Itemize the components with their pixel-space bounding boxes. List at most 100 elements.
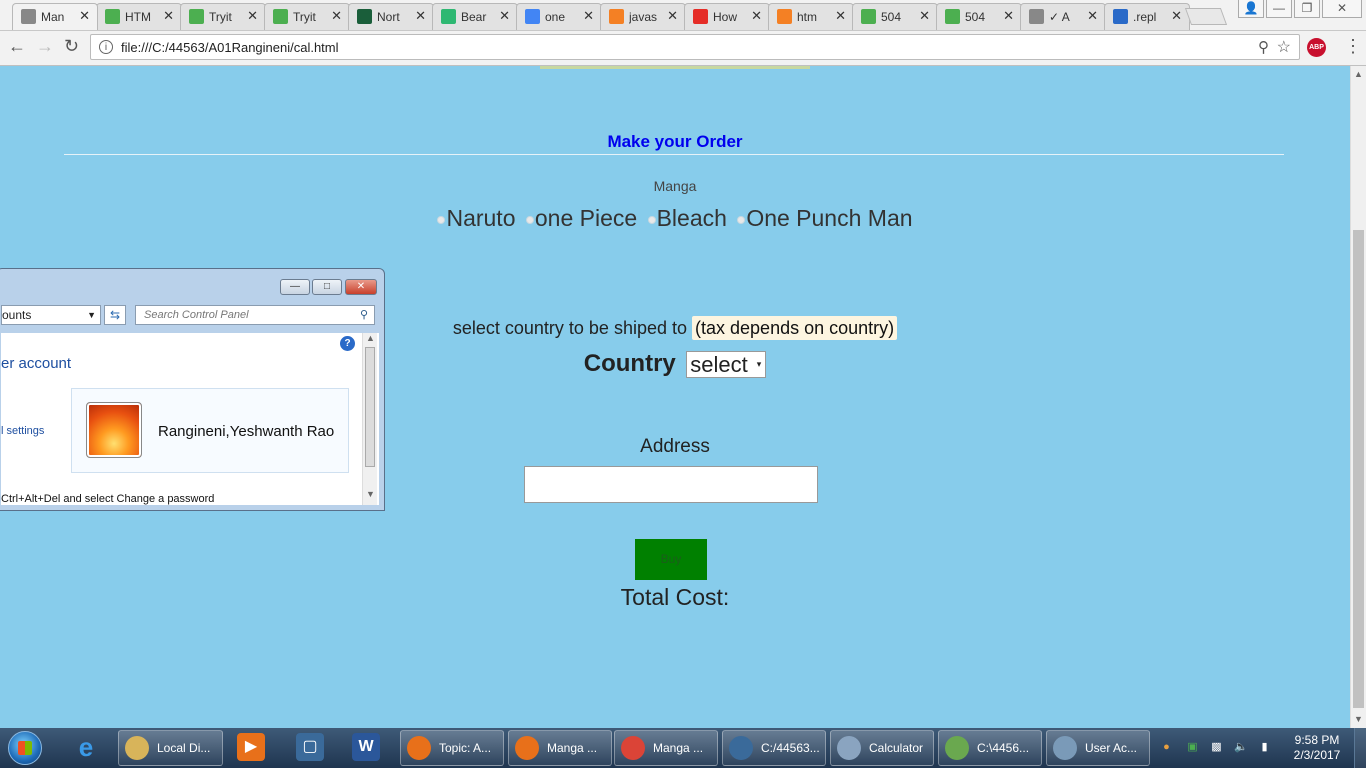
close-icon[interactable]: ✕ <box>1003 8 1014 24</box>
cp-side-link[interactable]: l settings <box>1 425 44 437</box>
navigation-bar: ← → ↻ i file:///C:/44563/A01Rangineni/ca… <box>0 31 1366 66</box>
tab[interactable]: 504 ✕ <box>852 3 938 30</box>
close-window-button[interactable]: ✕ <box>1322 0 1362 18</box>
scroll-down-icon[interactable]: ▼ <box>1354 714 1363 724</box>
virtualbox-icon[interactable]: ▢ <box>296 733 324 761</box>
scroll-down-icon[interactable]: ▼ <box>366 489 375 499</box>
close-icon[interactable]: ✕ <box>919 8 930 24</box>
scroll-thumb[interactable] <box>1353 230 1364 708</box>
country-select[interactable]: select ▾ <box>686 350 767 378</box>
menu-icon[interactable]: ⋮ <box>1344 36 1362 57</box>
tab[interactable]: Tryit ✕ <box>180 3 266 30</box>
radio-bleach[interactable] <box>647 215 656 224</box>
taskbar-button[interactable]: Local Di... <box>118 730 223 766</box>
media-player-icon[interactable]: ▶ <box>237 733 265 761</box>
cp-minimize-button[interactable]: — <box>280 279 310 295</box>
radio-naruto[interactable] <box>437 215 446 224</box>
bookmark-star-icon[interactable]: ☆ <box>1277 37 1291 57</box>
new-tab-button[interactable] <box>1184 8 1228 25</box>
search-icon[interactable]: ⚲ <box>360 306 368 324</box>
cp-scrollbar[interactable]: ▲ ▼ <box>362 333 377 505</box>
close-icon[interactable]: ✕ <box>583 8 594 24</box>
address-input[interactable] <box>524 466 818 503</box>
address-bar[interactable]: i file:///C:/44563/A01Rangineni/cal.html… <box>90 34 1300 60</box>
page-scrollbar[interactable]: ▲ ▼ <box>1350 66 1366 728</box>
google-icon <box>525 9 540 24</box>
close-icon[interactable]: ✕ <box>247 8 258 24</box>
taskbar-button[interactable]: C:/44563... <box>722 730 826 766</box>
tray-security-icon[interactable]: ▣ <box>1186 741 1199 754</box>
close-icon[interactable]: ✕ <box>751 8 762 24</box>
tab[interactable]: Nort ✕ <box>348 3 434 30</box>
taskbar-button[interactable]: Manga ... <box>508 730 612 766</box>
tab[interactable]: ✓ A ✕ <box>1020 3 1106 30</box>
cp-address-bar[interactable]: ounts ▼ <box>1 305 101 325</box>
firefox-icon <box>407 736 431 760</box>
back-icon[interactable]: ← <box>8 36 26 57</box>
network-icon[interactable]: ▮ <box>1258 741 1271 754</box>
tab-title: Tryit <box>209 10 232 24</box>
close-icon[interactable]: ✕ <box>331 8 342 24</box>
taskbar-button[interactable]: Manga ... <box>614 730 718 766</box>
cp-scroll-thumb[interactable] <box>365 347 375 467</box>
tab[interactable]: HTM ✕ <box>96 3 182 30</box>
control-panel-window[interactable]: — □ ✕ ounts ▼ ⇆ Search Control Panel ⚲ ?… <box>0 268 385 511</box>
radio-one-punch-man[interactable] <box>737 215 746 224</box>
close-icon[interactable]: ✕ <box>79 8 90 24</box>
profile-icon[interactable]: 👤 <box>1238 0 1264 18</box>
cp-maximize-button[interactable]: □ <box>312 279 342 295</box>
tab[interactable]: How ✕ <box>684 3 770 30</box>
w3schools-icon <box>273 9 288 24</box>
close-icon[interactable]: ✕ <box>835 8 846 24</box>
chevron-down-icon[interactable]: ▼ <box>87 306 96 324</box>
restore-button[interactable]: ❐ <box>1294 0 1320 18</box>
volume-icon[interactable]: 🔈 <box>1234 741 1248 754</box>
scroll-up-icon[interactable]: ▲ <box>1354 69 1363 79</box>
page-icon <box>21 9 36 24</box>
tray-device-icon[interactable]: ▩ <box>1210 741 1223 754</box>
tab-title: ✓ A <box>1049 10 1070 24</box>
tab[interactable]: htm ✕ <box>768 3 854 30</box>
refresh-icon[interactable]: ⇆ <box>104 305 126 325</box>
stackoverflow-icon <box>609 9 624 24</box>
tray-app-icon[interactable]: ● <box>1160 741 1173 754</box>
taskbar-button-label: C:\4456... <box>977 741 1030 755</box>
close-icon[interactable]: ✕ <box>667 8 678 24</box>
cp-close-button[interactable]: ✕ <box>345 279 377 295</box>
forward-icon[interactable]: → <box>36 36 54 57</box>
taskbar-button[interactable]: Calculator <box>830 730 934 766</box>
close-icon[interactable]: ✕ <box>499 8 510 24</box>
info-icon[interactable]: i <box>99 40 113 54</box>
internet-explorer-icon[interactable]: e <box>72 733 100 761</box>
show-desktop-button[interactable] <box>1354 728 1366 768</box>
tab[interactable]: 504 ✕ <box>936 3 1022 30</box>
cp-search-placeholder: Search Control Panel <box>144 309 249 321</box>
taskbar-button[interactable]: User Ac... <box>1046 730 1150 766</box>
jquery-icon <box>1113 9 1128 24</box>
scroll-up-icon[interactable]: ▲ <box>366 333 375 343</box>
tab[interactable]: Tryit ✕ <box>264 3 350 30</box>
clock[interactable]: 9:58 PM 2/3/2017 <box>1285 733 1349 763</box>
tab[interactable]: javas ✕ <box>600 3 686 30</box>
minimize-button[interactable]: — <box>1266 0 1292 18</box>
tab[interactable]: Man ✕ <box>12 3 98 30</box>
buy-button[interactable]: Buy <box>635 539 707 580</box>
close-icon[interactable]: ✕ <box>163 8 174 24</box>
reload-icon[interactable]: ↻ <box>64 36 79 57</box>
help-icon[interactable]: ? <box>340 336 355 351</box>
cp-search-input[interactable]: Search Control Panel ⚲ <box>135 305 375 325</box>
close-icon[interactable]: ✕ <box>1171 8 1182 24</box>
cp-hint-text: Ctrl+Alt+Del and select Change a passwor… <box>1 493 215 505</box>
tab[interactable]: one ✕ <box>516 3 602 30</box>
taskbar-button[interactable]: C:\4456... <box>938 730 1042 766</box>
tab[interactable]: Bear ✕ <box>432 3 518 30</box>
tab[interactable]: .repl ✕ <box>1104 3 1190 30</box>
start-button[interactable] <box>8 731 42 765</box>
zoom-icon[interactable]: ⚲ <box>1258 38 1269 56</box>
radio-one-piece[interactable] <box>525 215 534 224</box>
close-icon[interactable]: ✕ <box>415 8 426 24</box>
taskbar-button[interactable]: Topic: A... <box>400 730 504 766</box>
adblock-icon[interactable]: ABP <box>1307 38 1326 57</box>
close-icon[interactable]: ✕ <box>1087 8 1098 24</box>
word-icon[interactable]: W <box>352 733 380 761</box>
